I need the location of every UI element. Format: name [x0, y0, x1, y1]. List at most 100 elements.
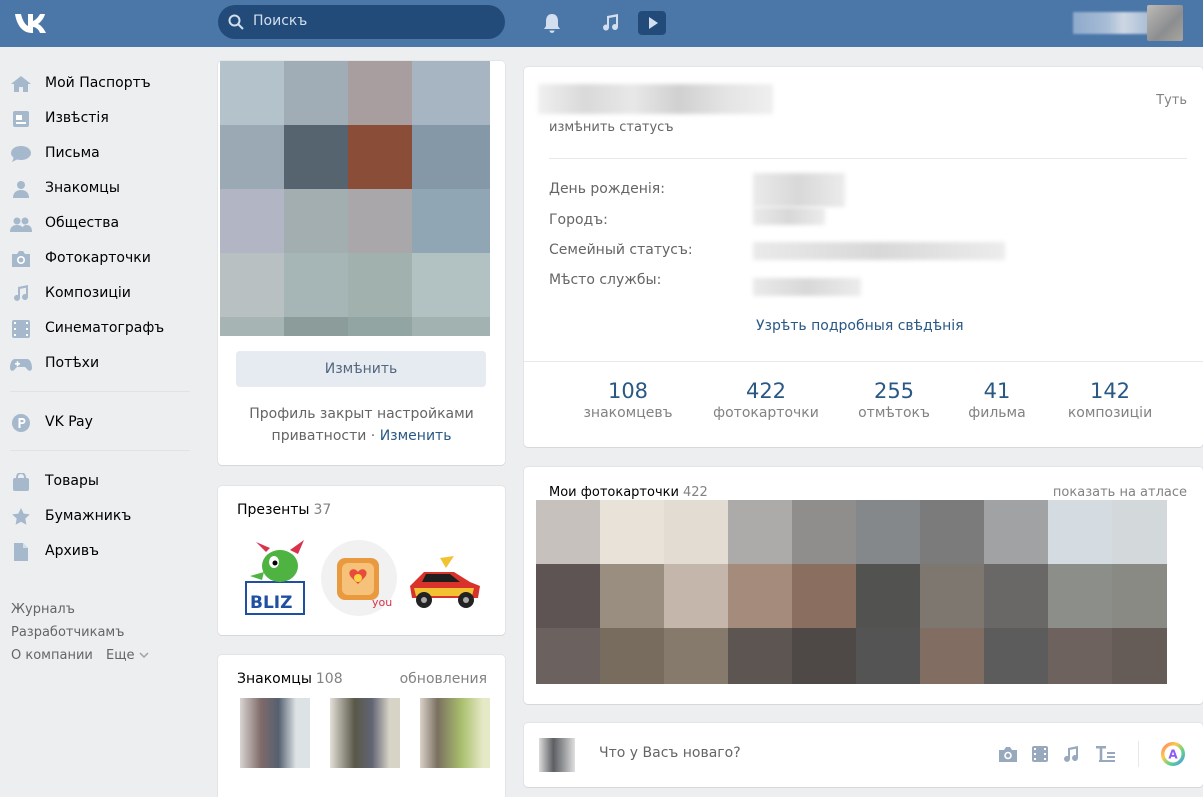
footer-link-blog[interactable]: Журналъ: [11, 602, 75, 617]
search-input[interactable]: Поискъ: [218, 5, 505, 39]
profile-photo[interactable]: [220, 61, 490, 336]
edit-profile-button[interactable]: Измѣнить: [236, 351, 486, 387]
aliexpress-icon[interactable]: A: [1160, 741, 1186, 767]
counter-tags[interactable]: 255 отмѣтокъ: [834, 379, 954, 421]
privacy-separator: ·: [366, 428, 380, 444]
search-icon: [228, 14, 244, 30]
news-icon: [13, 111, 29, 127]
friend-avatar[interactable]: [420, 698, 490, 768]
privacy-text-line1: Профиль закрыт настройками: [249, 406, 474, 422]
sidebar-item-games[interactable]: Потѣхи: [0, 349, 200, 379]
sidebar-item-label: Мой Паспортъ: [45, 75, 151, 91]
messages-icon: [11, 146, 31, 162]
sidebar-item-label: Бумажникъ: [45, 508, 132, 524]
counter-number: 142: [1089, 379, 1131, 403]
counter-label: композиціи: [1067, 405, 1153, 421]
info-value-city[interactable]: [753, 207, 825, 225]
friend-avatar[interactable]: [330, 698, 400, 768]
friends-count: 108: [315, 671, 343, 687]
post-tools-divider: [1138, 741, 1139, 767]
friend-avatar[interactable]: [240, 698, 310, 768]
sidebar-item-label: VK Pay: [45, 414, 93, 430]
svg-text:you: you: [372, 596, 392, 609]
vk-logo-icon[interactable]: [12, 8, 54, 38]
info-separator: [549, 158, 1187, 159]
profile-photo-card: Измѣнить Профиль закрыт настройками прив…: [218, 61, 505, 465]
counters-separator: [524, 361, 1203, 362]
edit-status-link[interactable]: измѣнить статусъ: [549, 120, 674, 135]
article-attach-icon[interactable]: [1094, 743, 1116, 765]
camera-icon: [12, 251, 30, 267]
info-label-family: Семейный статусъ:: [549, 242, 693, 258]
gift-car-icon[interactable]: [404, 538, 486, 618]
friends-header[interactable]: Знакомцы 108: [237, 671, 343, 687]
photos-card: Мои фотокарточки 422 показать на атласе: [524, 467, 1203, 704]
play-icon[interactable]: [638, 11, 666, 35]
new-post-input[interactable]: Что у Васъ новаго?: [599, 745, 741, 761]
photo-attach-icon[interactable]: [997, 743, 1019, 765]
sidebar-item-label: Извѣстія: [45, 110, 109, 126]
counter-label: отмѣтокъ: [858, 405, 930, 421]
gamepad-icon: [10, 359, 32, 371]
music-icon[interactable]: [598, 11, 622, 35]
gift-blizzcon-icon[interactable]: BLIZ: [240, 538, 322, 618]
info-value-birthday[interactable]: [753, 173, 845, 207]
chevron-down-icon: [139, 652, 149, 659]
show-details-link[interactable]: Узрѣть подробныя свѣдѣнія: [756, 318, 964, 334]
photos-strip[interactable]: [536, 500, 1167, 684]
privacy-edit-link[interactable]: Изменить: [380, 428, 452, 444]
music-attach-icon[interactable]: [1060, 743, 1082, 765]
gift-toast-icon[interactable]: you: [318, 538, 400, 618]
sidebar-item-friends[interactable]: Знакомцы: [0, 174, 200, 204]
profile-name: [538, 84, 773, 114]
info-value-work[interactable]: [753, 278, 861, 296]
user-avatar-small: [539, 738, 575, 772]
bell-icon[interactable]: [540, 11, 564, 35]
sidebar-item-my-page[interactable]: Мой Паспортъ: [0, 69, 200, 99]
sidebar-item-bookmarks[interactable]: Бумажникъ: [0, 502, 200, 532]
sidebar-item-music[interactable]: Композиціи: [0, 279, 200, 309]
search-placeholder: Поискъ: [253, 13, 308, 29]
sidebar-item-video[interactable]: Синематографъ: [0, 314, 200, 344]
user-avatar[interactable]: [1147, 5, 1183, 41]
counter-friends[interactable]: 108 знакомцевъ: [568, 379, 688, 421]
sidebar-item-goods[interactable]: Товары: [0, 467, 200, 497]
sidebar-item-news[interactable]: Извѣстія: [0, 104, 200, 134]
friends-card: Знакомцы 108 обновления: [218, 655, 505, 797]
sidebar-item-vkpay[interactable]: VK Pay: [0, 408, 200, 438]
sidebar-item-photos[interactable]: Фотокарточки: [0, 244, 200, 274]
sidebar-item-groups[interactable]: Общества: [0, 209, 200, 239]
counter-photos[interactable]: 422 фотокарточки: [706, 379, 826, 421]
info-label-city: Городъ:: [549, 212, 608, 228]
sidebar-separator: [10, 391, 190, 392]
photos-header[interactable]: Мои фотокарточки 422: [549, 485, 708, 500]
sidebar-item-archive[interactable]: Архивъ: [0, 537, 200, 567]
svg-text:BLIZ: BLIZ: [250, 593, 292, 613]
sidebar-item-label: Композиціи: [45, 285, 131, 301]
sidebar-item-label: Товары: [45, 473, 99, 489]
footer-link-more[interactable]: Еще: [106, 648, 149, 663]
top-header: Поискъ: [0, 0, 1203, 47]
privacy-text-line2: приватности: [271, 428, 367, 444]
info-label-birthday: День рожденія:: [549, 181, 665, 197]
user-name[interactable]: [1073, 12, 1157, 34]
film-icon: [12, 320, 30, 338]
counter-number: 422: [745, 379, 787, 403]
gifts-card: Презенты 37 BLIZ you: [218, 486, 505, 635]
gifts-count: 37: [313, 502, 332, 518]
show-on-map-link[interactable]: показать на атласе: [1053, 485, 1187, 500]
footer-link-developers[interactable]: Разработчикамъ: [11, 625, 124, 640]
friends-updates-link[interactable]: обновления: [400, 671, 487, 687]
privacy-notice: Профиль закрыт настройками приватности ·…: [218, 403, 505, 447]
counter-videos[interactable]: 41 фильма: [947, 379, 1047, 421]
info-value-family[interactable]: [753, 242, 1005, 260]
footer-link-about[interactable]: О компании: [11, 648, 93, 663]
sidebar-item-messages[interactable]: Письма: [0, 139, 200, 169]
photos-count: 422: [682, 485, 708, 500]
counter-audios[interactable]: 142 композиціи: [1050, 379, 1170, 421]
video-attach-icon[interactable]: [1029, 743, 1051, 765]
friends-title: Знакомцы: [237, 671, 312, 687]
gifts-title: Презенты: [237, 502, 310, 518]
document-icon: [14, 543, 28, 561]
gifts-header[interactable]: Презенты 37: [237, 502, 331, 518]
